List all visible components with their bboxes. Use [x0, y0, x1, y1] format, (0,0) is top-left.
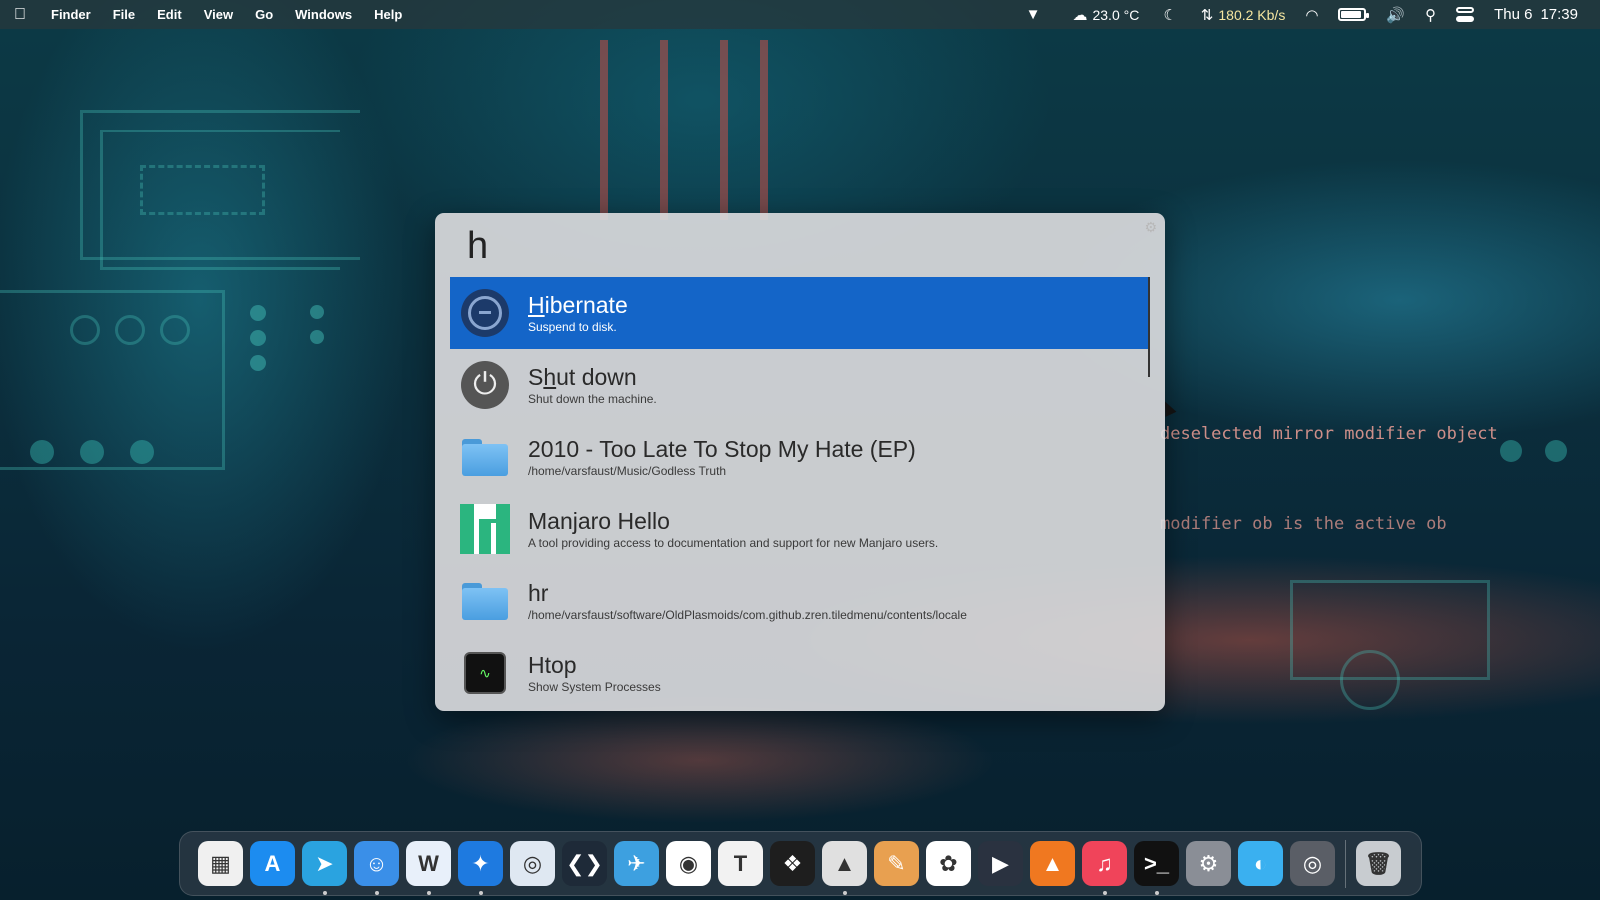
menu-go[interactable]: Go	[244, 7, 284, 22]
weather-widget[interactable]: ☁ 23.0 °C	[1062, 6, 1149, 24]
network-speed: 180.2 Kb/s	[1218, 6, 1286, 23]
menu-edit[interactable]: Edit	[146, 7, 193, 22]
results-list: Hibernate Suspend to disk. ⏻ Shut down S…	[450, 277, 1150, 709]
search-query-input[interactable]: h	[467, 225, 488, 268]
result-subtitle: /home/varsfaust/software/OldPlasmoids/co…	[528, 607, 967, 622]
result-title: hr	[528, 579, 549, 606]
running-indicator	[322, 891, 327, 895]
result-title: Htop	[528, 651, 577, 678]
download-upload-icon: ⇅	[1200, 6, 1214, 24]
result-folder-album[interactable]: 2010 - Too Late To Stop My Hate (EP) /ho…	[450, 421, 1150, 493]
figma-icon[interactable]: ❖	[770, 841, 815, 886]
htop-icon: ∿	[464, 652, 506, 694]
running-indicator	[478, 891, 483, 895]
battery-widget[interactable]	[1328, 8, 1376, 21]
result-title: Hibernate	[528, 291, 628, 318]
disk-usage-icon[interactable]: ◐	[1238, 841, 1283, 886]
finder-icon[interactable]: ☺	[354, 841, 399, 895]
weather-temperature: 23.0 °C	[1092, 6, 1140, 23]
battery-icon	[1338, 8, 1370, 21]
result-hibernate[interactable]: Hibernate Suspend to disk.	[450, 277, 1150, 349]
apple-menu-icon[interactable]: 	[0, 6, 40, 24]
menu-view[interactable]: View	[193, 7, 244, 22]
result-subtitle: /home/varsfaust/Music/Godless Truth	[528, 463, 727, 478]
result-htop[interactable]: ∿ Htop Show System Processes	[450, 637, 1150, 709]
trash-icon[interactable]: 🗑	[1356, 841, 1401, 886]
result-subtitle: Show System Processes	[528, 679, 661, 694]
result-title: Shut down	[528, 363, 637, 390]
result-manjaro-hello[interactable]: Manjaro Hello A tool providing access to…	[450, 493, 1150, 565]
result-title: 2010 - Too Late To Stop My Hate (EP)	[528, 435, 916, 462]
menu-file[interactable]: File	[102, 7, 146, 22]
menu-help[interactable]: Help	[363, 7, 413, 22]
launchpad-icon[interactable]: ▦	[198, 841, 243, 886]
terminal-icon[interactable]: >_	[1134, 841, 1179, 895]
result-subtitle: A tool providing access to documentation…	[528, 535, 939, 550]
media-player-icon[interactable]: ▶	[978, 841, 1023, 886]
photos-icon[interactable]: ✿	[926, 841, 971, 886]
wifi-icon[interactable]: ◠	[1295, 6, 1328, 24]
clock-date[interactable]: Thu 6	[1484, 6, 1536, 23]
app-name-menu[interactable]: Finder	[40, 7, 102, 22]
app-store-icon[interactable]: A	[250, 841, 295, 886]
result-subtitle: Shut down the machine.	[528, 391, 657, 406]
result-shut-down[interactable]: ⏻ Shut down Shut down the machine.	[450, 349, 1150, 421]
result-folder-hr[interactable]: hr /home/varsfaust/software/OldPlasmoids…	[450, 565, 1150, 637]
settings-gear-icon[interactable]: ⚙	[1144, 219, 1157, 236]
screenshot-icon[interactable]: ◎	[1290, 841, 1335, 886]
result-subtitle: Suspend to disk.	[528, 319, 617, 334]
system-settings-icon[interactable]: ⚙	[1186, 841, 1231, 886]
folder-icon	[462, 583, 508, 620]
menu-windows[interactable]: Windows	[284, 7, 363, 22]
hibernate-icon	[461, 289, 509, 337]
gimp-icon[interactable]: ✎	[874, 841, 919, 886]
bird-icon[interactable]: ✈	[614, 841, 659, 886]
running-indicator	[1154, 891, 1159, 895]
running-indicator	[374, 891, 379, 895]
dock-separator	[1345, 839, 1346, 888]
search-icon[interactable]: ⚲	[1415, 6, 1446, 24]
preview-icon[interactable]: ◎	[510, 841, 555, 886]
typora-icon[interactable]: T	[718, 841, 763, 886]
running-indicator	[842, 891, 847, 895]
dock: ▦ A ➤ ☺ W ✦ ◎ ❮❯ ✈ ◉ T ❖ ▲ ✎ ✿ ▶ ▲ ♫ >_ ⚙ ◐ ◎ 🗑	[179, 831, 1422, 896]
tray-expand-icon[interactable]: ▼	[1016, 6, 1063, 23]
inkscape-icon[interactable]: ▲	[822, 841, 867, 895]
results-scrollbar[interactable]	[1148, 277, 1150, 377]
result-title: Manjaro Hello	[528, 507, 670, 534]
running-indicator	[426, 891, 431, 895]
network-speed-widget[interactable]: ⇅ 180.2 Kb/s	[1191, 6, 1296, 24]
chrome-icon[interactable]: ◉	[666, 841, 711, 886]
folder-icon	[462, 439, 508, 476]
vscode-icon[interactable]: ❮❯	[562, 841, 607, 886]
safari-icon[interactable]: ✦	[458, 841, 503, 895]
vlc-icon[interactable]: ▲	[1030, 841, 1075, 886]
wps-writer-icon[interactable]: W	[406, 841, 451, 895]
control-center-icon[interactable]	[1446, 6, 1484, 23]
night-light-icon[interactable]: ☾	[1149, 6, 1190, 24]
clock-time[interactable]: 17:39	[1536, 6, 1578, 23]
music-icon[interactable]: ♫	[1082, 841, 1127, 895]
cloud-icon: ☁	[1072, 6, 1088, 24]
launcher-window: h ⚙ Hibernate Suspend to disk. ⏻ Shut do…	[435, 213, 1165, 711]
menu-bar:  Finder File Edit View Go Windows Help …	[0, 0, 1600, 29]
volume-icon[interactable]: 🔊	[1376, 6, 1415, 24]
running-indicator	[1102, 891, 1107, 895]
manjaro-icon	[460, 504, 510, 554]
power-icon: ⏻	[461, 361, 509, 409]
telegram-icon[interactable]: ➤	[302, 841, 347, 895]
